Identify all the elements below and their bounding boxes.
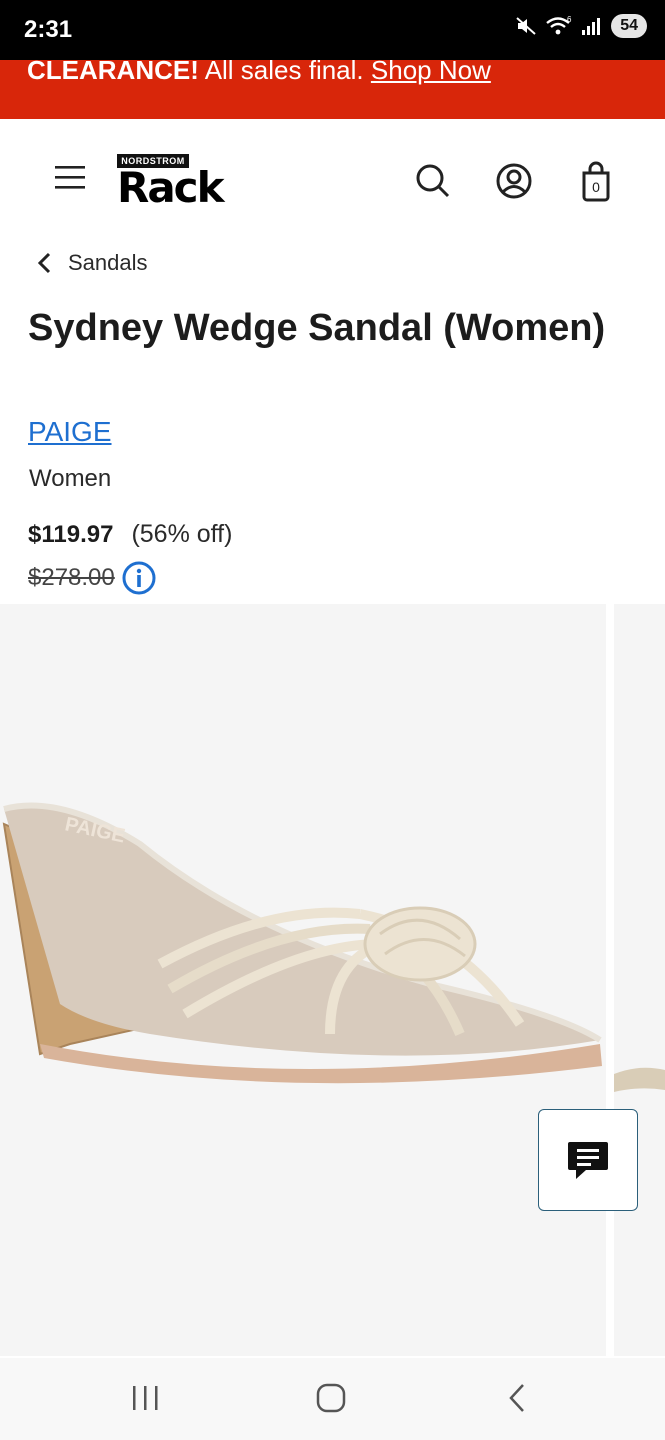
bag-icon[interactable]: 0 [576,159,616,203]
product-image[interactable]: PAIGE [0,604,606,1356]
mute-icon [516,17,536,35]
discount-label: (56% off) [131,520,233,548]
chat-button[interactable] [538,1109,638,1211]
breadcrumb[interactable]: Sandals [34,245,148,281]
original-price-row: $278.00 [28,560,157,596]
breadcrumb-label: Sandals [68,250,148,275]
logo-main-text: Rack [117,163,225,212]
chat-icon [568,1142,608,1179]
svg-text:0: 0 [592,179,600,195]
chevron-left-icon [37,252,51,274]
status-icons: 6 54 [515,14,647,38]
menu-icon[interactable] [50,157,90,197]
info-icon[interactable] [121,560,157,596]
promo-banner: CLEARANCE! All sales final. Shop Now [0,55,665,119]
product-title: Sydney Wedge Sandal (Women) [28,307,606,349]
sandal-illustration: PAIGE [2,802,602,1084]
system-nav-bar [0,1358,665,1440]
site-header: NORDSTROM Rack 0 [0,119,665,239]
battery-indicator: 54 [611,14,647,38]
signal-icon [582,18,601,35]
status-bar: 2:31 6 54 [0,0,665,60]
next-product-image[interactable] [614,604,665,1356]
home-icon[interactable] [309,1378,353,1418]
account-icon[interactable] [494,159,534,203]
nordstrom-rack-logo[interactable]: NORDSTROM Rack [117,154,267,210]
promo-headline: CLEARANCE! [27,55,199,85]
brand-link[interactable]: PAIGE [28,416,112,448]
shop-now-link[interactable]: Shop Now [371,55,491,85]
search-icon[interactable] [412,159,452,203]
original-price: $278.00 [28,564,115,591]
sale-price: $119.97 [28,521,114,548]
next-image-sandal-edge [614,1067,665,1092]
back-icon[interactable] [496,1378,540,1418]
product-image-gallery[interactable]: PAIGE [0,604,665,1358]
network-label: 6 [567,15,572,24]
price-row: $119.97 (56% off) [28,520,232,549]
recent-apps-icon[interactable] [124,1378,168,1418]
wifi-icon: 6 [546,15,572,35]
status-time: 2:31 [24,16,73,43]
promo-text: All sales final. [204,55,364,85]
department-label: Women [29,465,112,492]
